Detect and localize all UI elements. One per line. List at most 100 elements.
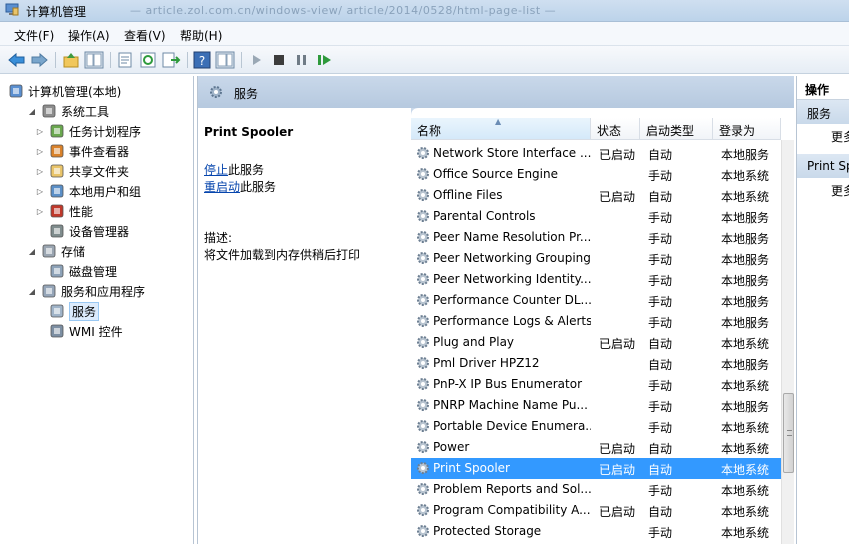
- show-hide-action-pane-icon[interactable]: [215, 51, 235, 69]
- tree-item[interactable]: 磁盘管理: [35, 261, 117, 281]
- service-logon-as: 本地服务: [721, 295, 770, 309]
- service-logon-as: 本地系统: [721, 463, 770, 477]
- service-startup-type: 手动: [648, 211, 673, 225]
- column-header-startup-type[interactable]: 启动类型: [640, 118, 713, 140]
- table-row[interactable]: Peer Networking Grouping 手动 本地服务: [411, 248, 781, 269]
- column-header-status[interactable]: 状态: [591, 118, 640, 140]
- expand-arrow-icon[interactable]: ▷: [35, 207, 45, 216]
- background-window-text: — article.zol.com.cn/windows-view/ artic…: [130, 4, 557, 17]
- service-startup-type: 手动: [648, 400, 673, 414]
- service-logon-as: 本地系统: [721, 169, 770, 183]
- help-icon[interactable]: ?: [192, 51, 212, 69]
- tree-item[interactable]: WMI 控件: [35, 321, 123, 341]
- menu-help[interactable]: 帮助(H): [180, 27, 222, 44]
- actions-header: 操作: [797, 76, 849, 100]
- menu-file[interactable]: 文件(F): [14, 27, 54, 44]
- table-row[interactable]: Peer Name Resolution Pr... 手动 本地服务: [411, 227, 781, 248]
- service-status: 已启动: [599, 463, 636, 477]
- table-row[interactable]: Program Compatibility A... 已启动 自动 本地系统: [411, 500, 781, 521]
- up-folder-icon[interactable]: [61, 51, 81, 69]
- expand-arrow-icon[interactable]: ▷: [35, 127, 45, 136]
- table-row[interactable]: Print Spooler 已启动 自动 本地系统: [411, 458, 781, 479]
- refresh-icon[interactable]: [138, 51, 158, 69]
- table-row[interactable]: PnP-X IP Bus Enumerator 手动 本地系统: [411, 374, 781, 395]
- service-gear-icon: [417, 462, 429, 474]
- service-name: Program Compatibility A...: [433, 503, 591, 517]
- stop-icon[interactable]: [269, 51, 289, 69]
- tree-item-label: 任务计划程序: [69, 124, 142, 139]
- disk-management-icon: [50, 264, 64, 278]
- stop-service-link[interactable]: 停止: [204, 163, 228, 177]
- forward-arrow-icon[interactable]: [29, 51, 49, 69]
- table-row[interactable]: Problem Reports and Sol... 手动 本地系统: [411, 479, 781, 500]
- services-vertical-scrollbar[interactable]: [781, 140, 794, 544]
- tree-item[interactable]: ▷ 共享文件夹: [35, 161, 129, 181]
- collapse-arrow-icon[interactable]: ◢: [27, 247, 37, 256]
- service-startup-type: 手动: [648, 253, 673, 267]
- actions-section-services[interactable]: 服务: [797, 100, 849, 124]
- restart-service-link[interactable]: 重启动: [204, 180, 240, 194]
- tree-item[interactable]: ◢ 服务和应用程序: [27, 281, 145, 301]
- tree-item[interactable]: ▷ 性能: [35, 201, 93, 221]
- actions-section-print-spooler[interactable]: Print Sp: [797, 154, 849, 178]
- tree-item[interactable]: ◢ 存储: [27, 241, 85, 261]
- tree-item[interactable]: 服务: [35, 301, 100, 321]
- service-gear-icon: [417, 357, 429, 369]
- service-gear-icon: [417, 483, 429, 495]
- expand-arrow-icon[interactable]: ▷: [35, 187, 45, 196]
- table-row[interactable]: Plug and Play 已启动 自动 本地系统: [411, 332, 781, 353]
- tree-item[interactable]: 计算机管理(本地): [8, 81, 121, 101]
- export-list-icon[interactable]: [161, 51, 181, 69]
- service-name: Portable Device Enumera...: [433, 419, 591, 433]
- tree-item[interactable]: 设备管理器: [35, 221, 129, 241]
- back-arrow-icon[interactable]: [7, 51, 27, 69]
- table-row[interactable]: PNRP Machine Name Pu... 手动 本地服务: [411, 395, 781, 416]
- table-row[interactable]: Performance Logs & Alerts 手动 本地服务: [411, 311, 781, 332]
- start-icon[interactable]: [247, 51, 267, 69]
- services-apps-icon: [42, 284, 56, 298]
- table-row[interactable]: Parental Controls 手动 本地服务: [411, 206, 781, 227]
- collapse-arrow-icon[interactable]: ◢: [27, 287, 37, 296]
- table-row[interactable]: Performance Counter DL... 手动 本地服务: [411, 290, 781, 311]
- collapse-arrow-icon[interactable]: ◢: [27, 107, 37, 116]
- table-row[interactable]: Offline Files 已启动 自动 本地系统: [411, 185, 781, 206]
- menu-view[interactable]: 查看(V): [124, 27, 166, 44]
- table-row[interactable]: Protected Storage 手动 本地系统: [411, 521, 781, 542]
- table-row[interactable]: Peer Networking Identity... 手动 本地服务: [411, 269, 781, 290]
- pause-icon[interactable]: [292, 51, 312, 69]
- service-gear-icon: [417, 378, 429, 390]
- scrollbar-thumb[interactable]: [783, 393, 794, 473]
- properties-icon[interactable]: [115, 51, 135, 69]
- tree-item[interactable]: ▷ 任务计划程序: [35, 121, 141, 141]
- resume-icon[interactable]: [315, 51, 335, 69]
- menu-action[interactable]: 操作(A): [68, 27, 110, 44]
- show-hide-tree-icon[interactable]: [84, 51, 104, 69]
- description-text: 将文件加载到内存供稍后打印: [204, 248, 361, 262]
- service-startup-type: 自动: [648, 505, 673, 519]
- service-gear-icon: [417, 420, 429, 432]
- expand-arrow-icon[interactable]: ▷: [35, 167, 45, 176]
- service-name: Peer Networking Identity...: [433, 272, 591, 286]
- device-manager-icon: [50, 224, 64, 238]
- table-row[interactable]: Power 已启动 自动 本地系统: [411, 437, 781, 458]
- actions-more-services[interactable]: 更多: [831, 128, 849, 145]
- tree-item[interactable]: ▷ 事件查看器: [35, 141, 129, 161]
- service-name: Network Store Interface ...: [433, 146, 591, 160]
- task-scheduler-icon: [50, 124, 64, 138]
- actions-more-print-spooler[interactable]: 更多: [831, 182, 849, 199]
- expand-arrow-icon[interactable]: ▷: [35, 147, 45, 156]
- table-row[interactable]: Portable Device Enumera... 手动 本地系统: [411, 416, 781, 437]
- service-startup-type: 自动: [648, 442, 673, 456]
- column-header-logon-label: 登录为: [719, 124, 756, 138]
- table-row[interactable]: Office Source Engine 手动 本地系统: [411, 164, 781, 185]
- column-header-logon-as[interactable]: 登录为: [713, 118, 781, 140]
- service-logon-as: 本地服务: [721, 316, 770, 330]
- table-row[interactable]: Network Store Interface ... 已启动 自动 本地服务: [411, 143, 781, 164]
- service-logon-as: 本地系统: [721, 421, 770, 435]
- table-row[interactable]: Pml Driver HPZ12 自动 本地服务: [411, 353, 781, 374]
- tree-item[interactable]: ▷ 本地用户和组: [35, 181, 141, 201]
- service-startup-type: 手动: [648, 295, 673, 309]
- tree-item[interactable]: ◢ 系统工具: [27, 101, 109, 121]
- column-header-name[interactable]: 名称 ▲: [411, 117, 591, 140]
- service-startup-type: 手动: [648, 526, 673, 540]
